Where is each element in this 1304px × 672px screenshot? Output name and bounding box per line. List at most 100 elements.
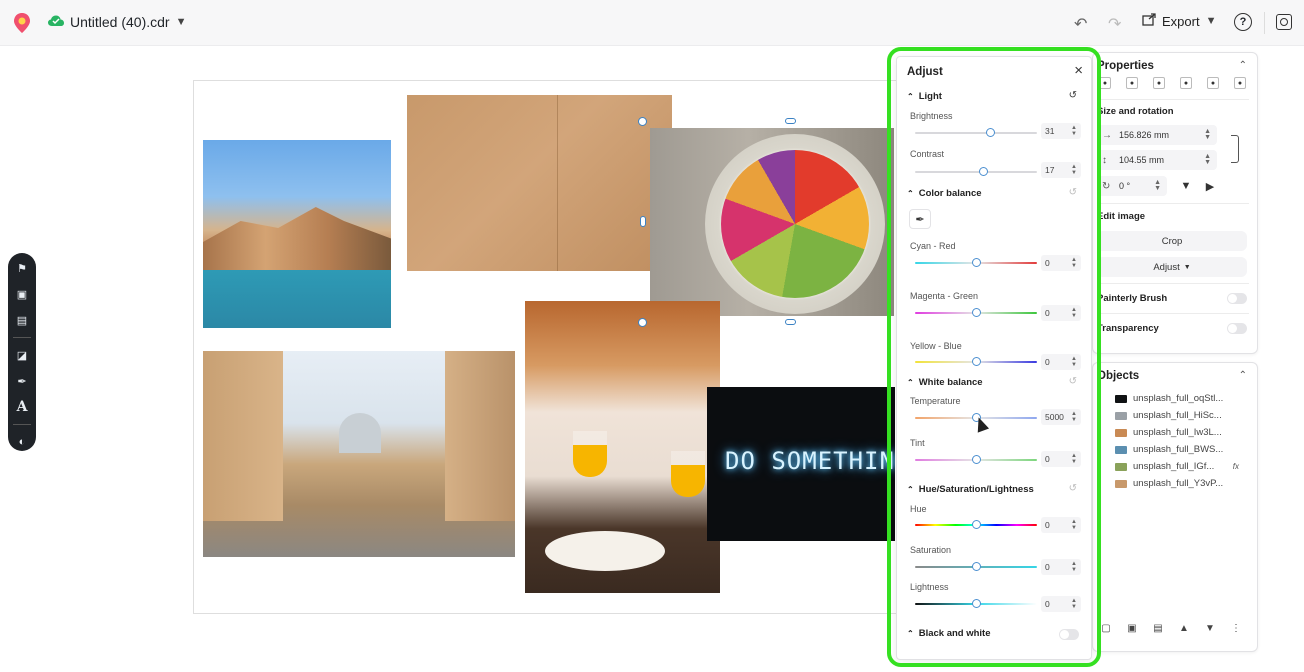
object-thumbnail [1115,394,1127,403]
object-name: unsplash_full_oqStl... [1133,393,1224,404]
width-field[interactable]: → 156.826 mm ▲ ▼ [1097,125,1217,145]
export-button[interactable]: Export ▼ [1142,13,1216,29]
collapse-icon[interactable]: ⌃ [1239,60,1247,71]
image-vernazza[interactable] [203,140,391,328]
image-neon-sign[interactable]: DO SOMETHING GR [707,387,895,541]
list-item[interactable]: unsplash_full_Iw3L... [1115,427,1222,438]
rotate-handle[interactable] [638,318,647,327]
lock-ratio-icon[interactable] [1231,135,1239,163]
arrange-backward-icon[interactable]: ▼ [1203,621,1217,635]
flag-icon[interactable]: ⚑ [12,259,32,277]
width-value: 156.826 mm [1119,130,1170,140]
toolbar-divider [13,424,31,425]
fill-tool-icon[interactable]: ◐ [12,433,32,451]
arrange-forward-icon[interactable]: ▲ [1177,621,1191,635]
file-name-menu[interactable]: Untitled (40).cdr ▼ [70,14,186,30]
align-right-icon[interactable]: ● [1153,77,1165,89]
top-bar: Untitled (40).cdr ▼ ↶ ↷ Export ▼ ? [0,0,1304,46]
list-item[interactable]: unsplash_full_IGf... [1115,461,1214,472]
image-tool-icon[interactable]: ▣ [12,285,32,303]
height-value: 104.55 mm [1119,155,1165,165]
list-item[interactable]: unsplash_full_Y3vP... [1115,478,1223,489]
image-detail [339,413,381,453]
neon-sign-text: DO SOMETHING GR [725,447,895,475]
left-toolbar: ⚑ ▣ ▤ ◪ ✒ A ◐ [8,253,36,451]
width-icon: → [1102,129,1112,141]
group-icon[interactable]: ▣ [1125,621,1139,635]
toolbar-divider [13,337,31,338]
rotation-field[interactable]: ↻ 0 ° ▲ ▼ [1097,176,1167,196]
objects-panel: Objects ⌃ unsplash_full_oqStl... unsplas… [1092,362,1258,652]
object-thumbnail [1115,428,1127,437]
ungroup-icon[interactable]: ▤ [1151,621,1165,635]
chevron-down-icon: ▼ [1205,15,1217,27]
image-kraft-paper[interactable] [407,95,672,271]
divider [1097,203,1249,204]
stepper-icon[interactable]: ▲ ▼ [1204,153,1211,166]
list-item[interactable]: unsplash_full_BWS... [1115,444,1223,455]
file-name: Untitled (40).cdr [70,14,170,30]
text-tool-icon[interactable]: A [12,398,32,416]
resize-handle-left[interactable] [640,216,646,227]
crop-button[interactable]: Crop [1097,231,1247,251]
object-thumbnail [1115,462,1127,471]
object-name: unsplash_full_BWS... [1133,444,1224,455]
list-item[interactable]: unsplash_full_HiSc... [1115,410,1222,421]
transparency-toggle[interactable] [1227,323,1247,334]
painterly-toggle[interactable] [1227,293,1247,304]
height-field[interactable]: ↕ 104.55 mm ▲ ▼ [1097,150,1217,170]
align-top-icon[interactable]: ● [1180,77,1192,89]
align-middle-icon[interactable]: ● [1207,77,1219,89]
effects-icon[interactable]: fx [1233,462,1239,471]
divider [1097,99,1249,100]
frame-tool-icon[interactable]: ▤ [12,311,32,329]
image-detail [203,207,391,270]
objects-title: Objects [1097,370,1140,382]
collapse-icon[interactable]: ⌃ [1239,370,1247,381]
object-thumbnail [1115,445,1127,454]
lock-icon[interactable]: ▢ [1099,621,1113,635]
align-buttons: ● ● ● ● ● ● [1099,77,1246,89]
size-rotation-label: Size and rotation [1097,106,1174,117]
image-detail [573,431,607,477]
flip-horizontal-icon[interactable]: ▼ [1177,177,1195,195]
export-label: Export [1162,13,1200,29]
redo-icon[interactable]: ↷ [1108,14,1121,34]
stepper-icon[interactable]: ▲ ▼ [1154,179,1161,192]
stepper-icon[interactable]: ▲ ▼ [1204,128,1211,141]
object-name: unsplash_full_IGf... [1133,461,1215,472]
list-item[interactable]: unsplash_full_oqStl... [1115,393,1223,404]
image-rome-street[interactable] [203,351,515,557]
properties-title: Properties [1097,60,1154,72]
divider [1097,313,1249,314]
topbar-divider [1264,12,1265,34]
more-icon[interactable]: ⋮ [1229,621,1243,635]
image-salad-bowl[interactable] [650,128,894,316]
help-icon[interactable]: ? [1234,13,1252,31]
rotation-value: 0 ° [1119,181,1131,191]
account-icon[interactable] [1276,14,1292,30]
adjust-button[interactable]: Adjust ▼ [1097,257,1247,277]
image-breakfast[interactable] [525,301,720,593]
align-center-icon[interactable]: ● [1126,77,1138,89]
resize-handle-top[interactable] [785,118,796,124]
shape-tool-icon[interactable]: ◪ [12,346,32,364]
pen-tool-icon[interactable]: ✒ [12,372,32,390]
resize-handle-bottom[interactable] [785,319,796,325]
edit-image-label: Edit image [1097,211,1146,222]
highlight-outline [887,47,1101,667]
align-bottom-icon[interactable]: ● [1234,77,1246,89]
undo-icon[interactable]: ↶ [1074,14,1087,34]
object-name: unsplash_full_Y3vP... [1133,478,1224,489]
properties-panel: Properties ⌃ ● ● ● ● ● ● Size and rotati… [1092,52,1258,354]
image-detail [671,451,705,497]
flip-vertical-icon[interactable]: ▶ [1201,177,1219,195]
image-detail [203,351,283,521]
transparency-label: Transparency [1097,323,1159,334]
height-icon: ↕ [1102,154,1107,166]
painterly-label: Painterly Brush [1097,293,1168,304]
cloud-saved-icon [48,15,64,27]
rotate-handle[interactable] [638,117,647,126]
app-logo-icon[interactable] [12,12,34,34]
image-detail [557,95,558,271]
